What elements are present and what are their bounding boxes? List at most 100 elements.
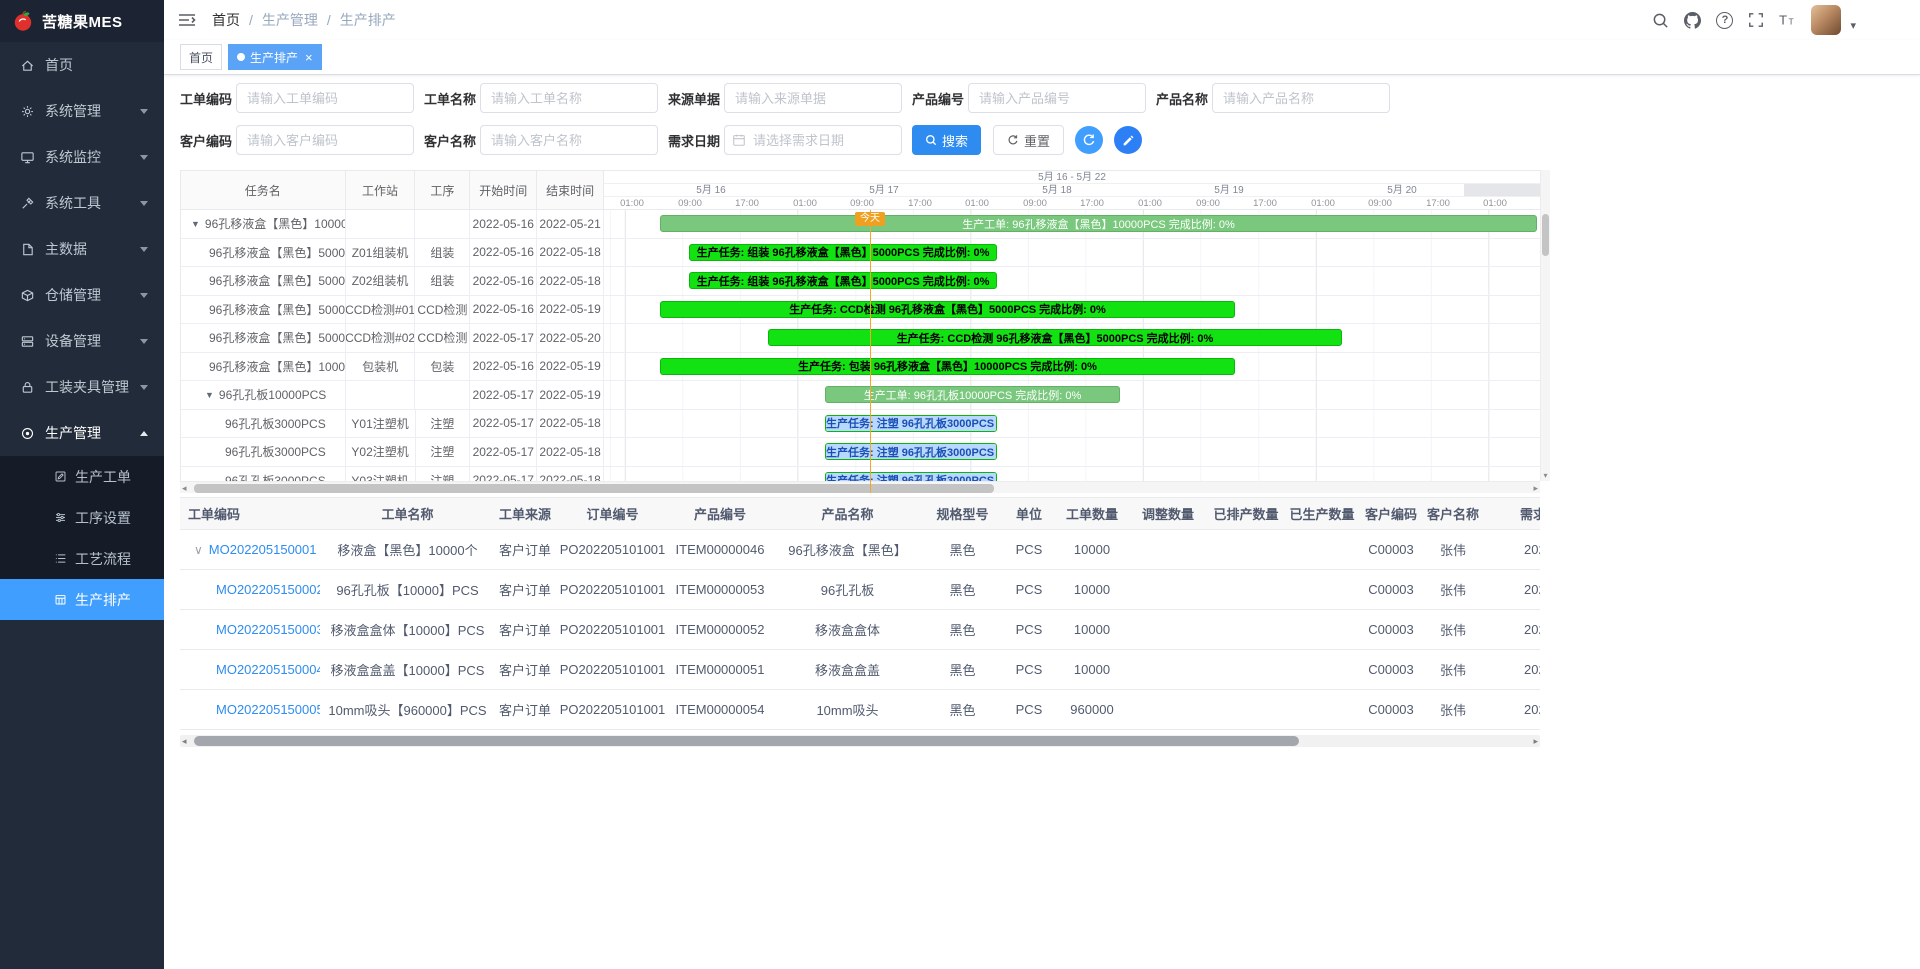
- bar-label: 生产任务: 注塑 96孔孔板3000PCS 完成: [826, 415, 997, 431]
- customer-name-input[interactable]: [480, 125, 658, 155]
- sidebar-item-system-tools[interactable]: 系统工具: [0, 180, 164, 226]
- gantt-task-row[interactable]: 96孔移液盒【黑色】5000PCS CCD检测#02 CCD检测 2022-05…: [181, 324, 604, 353]
- hour-label: 09:00: [845, 197, 879, 211]
- sync-icon: [1082, 133, 1096, 147]
- column-header: 工单名称: [320, 498, 495, 530]
- close-icon[interactable]: ×: [305, 51, 313, 64]
- tag-home[interactable]: 首页: [180, 44, 222, 70]
- search-button[interactable]: 搜索: [912, 125, 981, 155]
- sidebar-subitem-scheduling[interactable]: 生产排产: [0, 579, 164, 620]
- gantt-task-bar[interactable]: 生产任务: CCD检测 96孔移液盒【黑色】5000PCS 完成比例: 0%: [768, 329, 1342, 346]
- work-order-link[interactable]: MO202205150005: [216, 702, 320, 717]
- tree-expand-icon[interactable]: ▼: [205, 390, 214, 400]
- column-header: 订单编号: [555, 498, 670, 530]
- gantt-task-bar[interactable]: 生产任务: 注塑 96孔孔板3000PCS 完成: [825, 415, 997, 432]
- end-time: 2022-05-18: [537, 239, 604, 267]
- scrollbar-thumb[interactable]: [194, 736, 1299, 746]
- gantt-task-bar[interactable]: 生产任务: CCD检测 96孔移液盒【黑色】5000PCS 完成比例: 0%: [660, 301, 1235, 318]
- filter-demand-date: 需求日期: [668, 125, 902, 155]
- scrollbar-thumb[interactable]: [1542, 214, 1549, 256]
- sidebar-item-system-mgmt[interactable]: 系统管理: [0, 88, 164, 134]
- gantt-task-bar[interactable]: 生产任务: 组装 96孔移液盒【黑色】5000PCS 完成比例: 0%: [689, 272, 997, 289]
- gantt-task-row[interactable]: ▼96孔移液盒【黑色】10000PCS 2022-05-16 2022-05-2…: [181, 210, 604, 239]
- work-order-link[interactable]: MO202205150003: [216, 622, 320, 637]
- tag-scheduling[interactable]: 生产排产 ×: [228, 44, 322, 70]
- column-header: 单位: [1000, 498, 1058, 530]
- order-cell: 客户订单: [495, 530, 555, 570]
- table-row[interactable]: MO202205150002 96孔孔板【10000】PCS 客户订单 PO20…: [180, 570, 1540, 610]
- sidebar-item-equipment[interactable]: 设备管理: [0, 318, 164, 364]
- order-cell: C00003: [1362, 570, 1420, 610]
- sidebar-item-home[interactable]: 首页: [0, 42, 164, 88]
- menu-label: 主数据: [45, 239, 87, 259]
- submenu-label: 生产工单: [75, 467, 131, 487]
- gantt-task-bar[interactable]: 生产任务: 组装 96孔移液盒【黑色】5000PCS 完成比例: 0%: [689, 244, 997, 261]
- field-label: 来源单据: [668, 89, 724, 108]
- timeline-hours: 01:00 09:00 17:00 01:00 09:00 17:00 01:0…: [604, 197, 1540, 211]
- work-order-link[interactable]: MO202205150001: [209, 542, 317, 557]
- sidebar-item-system-monitor[interactable]: 系统监控: [0, 134, 164, 180]
- gantt-task-bar[interactable]: 生产任务: 注塑 96孔孔板3000PCS 完成: [825, 443, 997, 460]
- sidebar-item-master-data[interactable]: 主数据: [0, 226, 164, 272]
- scroll-right-icon[interactable]: ▸: [1533, 482, 1538, 494]
- scroll-down-icon[interactable]: ▾: [1541, 471, 1550, 480]
- sidebar-item-production[interactable]: 生产管理: [0, 410, 164, 456]
- box-icon: [20, 288, 35, 303]
- product-code-input[interactable]: [968, 83, 1146, 113]
- task-name: 96孔移液盒【黑色】10000PCS: [205, 215, 345, 232]
- refresh-schedule-button[interactable]: [1075, 126, 1103, 154]
- work-order-name-input[interactable]: [480, 83, 658, 113]
- avatar[interactable]: [1811, 5, 1841, 35]
- product-name-input[interactable]: [1212, 83, 1390, 113]
- search-icon[interactable]: [1652, 12, 1669, 29]
- caret-down-icon[interactable]: ▾: [1850, 19, 1856, 32]
- scrollbar-thumb[interactable]: [194, 484, 994, 493]
- app-logo[interactable]: 苦糖果MES: [0, 0, 164, 42]
- sidebar-subitem-work-order[interactable]: 生产工单: [0, 456, 164, 497]
- edit-schedule-button[interactable]: [1114, 126, 1142, 154]
- gantt-task-row[interactable]: 96孔移液盒【黑色】5000PCS Z01组装机 组装 2022-05-16 2…: [181, 239, 604, 268]
- table-row[interactable]: ∨MO202205150001 移液盒【黑色】10000个 客户订单 PO202…: [180, 530, 1540, 570]
- github-icon[interactable]: [1684, 12, 1701, 29]
- customer-code-input[interactable]: [236, 125, 414, 155]
- gantt-task-bar[interactable]: 生产任务: 包装 96孔移液盒【黑色】10000PCS 完成比例: 0%: [660, 358, 1235, 375]
- gantt-task-row[interactable]: 96孔孔板3000PCS Y03注塑机 注塑 2022-05-17 2022-0…: [181, 467, 604, 482]
- breadcrumb-home[interactable]: 首页: [212, 10, 240, 30]
- table-row[interactable]: MO202205150005 10mm吸头【960000】PCS 客户订单 PO…: [180, 690, 1540, 730]
- font-size-icon[interactable]: TT: [1779, 12, 1796, 28]
- breadcrumb-production-mgmt[interactable]: 生产管理: [262, 10, 318, 30]
- scroll-left-icon[interactable]: ◂: [182, 735, 187, 747]
- refresh-icon: [1007, 134, 1019, 146]
- scroll-left-icon[interactable]: ◂: [182, 482, 187, 494]
- fullscreen-icon[interactable]: [1748, 12, 1764, 28]
- sidebar-item-fixture[interactable]: 工装夹具管理: [0, 364, 164, 410]
- topbar: 首页 / 生产管理 / 生产排产 ? TT: [164, 0, 1920, 40]
- hamburger-icon[interactable]: [178, 12, 196, 28]
- tree-expand-icon[interactable]: ▼: [191, 219, 200, 229]
- gantt-task-row[interactable]: 96孔孔板3000PCS Y01注塑机 注塑 2022-05-17 2022-0…: [181, 410, 604, 439]
- gantt-task-row[interactable]: ▼96孔孔板10000PCS 2022-05-17 2022-05-19: [181, 381, 604, 410]
- sidebar-subitem-process-settings[interactable]: 工序设置: [0, 497, 164, 538]
- table-row[interactable]: MO202205150003 移液盒盒体【10000】PCS 客户订单 PO20…: [180, 610, 1540, 650]
- gantt-task-row[interactable]: 96孔移液盒【黑色】10000PCS 包装机 包装 2022-05-16 202…: [181, 353, 604, 382]
- gantt-task-row[interactable]: 96孔孔板3000PCS Y02注塑机 注塑 2022-05-17 2022-0…: [181, 438, 604, 467]
- expand-row-icon[interactable]: ∨: [194, 543, 203, 557]
- work-order-link[interactable]: MO202205150004: [216, 662, 320, 677]
- search-button-label: 搜索: [942, 131, 968, 150]
- sidebar-item-warehouse[interactable]: 仓储管理: [0, 272, 164, 318]
- reset-button[interactable]: 重置: [993, 125, 1064, 155]
- sidebar-subitem-process-flow[interactable]: 工艺流程: [0, 538, 164, 579]
- work-order-code-input[interactable]: [236, 83, 414, 113]
- demand-date-input[interactable]: [724, 125, 902, 155]
- gantt-task-row[interactable]: 96孔移液盒【黑色】5000PCS Z02组装机 组装 2022-05-16 2…: [181, 267, 604, 296]
- work-order-link[interactable]: MO202205150002: [216, 582, 320, 597]
- table-row[interactable]: MO202205150004 移液盒盒盖【10000】PCS 客户订单 PO20…: [180, 650, 1540, 690]
- gantt-task-row[interactable]: 96孔移液盒【黑色】5000PCS CCD检测#01 CCD检测 2022-05…: [181, 296, 604, 325]
- gantt-order-bar[interactable]: 生产工单: 96孔移液盒【黑色】10000PCS 完成比例: 0%: [660, 215, 1537, 232]
- scroll-right-icon[interactable]: ▸: [1533, 735, 1538, 747]
- source-doc-input[interactable]: [724, 83, 902, 113]
- end-time: 2022-05-18: [537, 438, 604, 466]
- end-time: 2022-05-18: [537, 467, 604, 482]
- chevron-down-icon: [140, 201, 148, 206]
- help-icon[interactable]: ?: [1716, 12, 1733, 29]
